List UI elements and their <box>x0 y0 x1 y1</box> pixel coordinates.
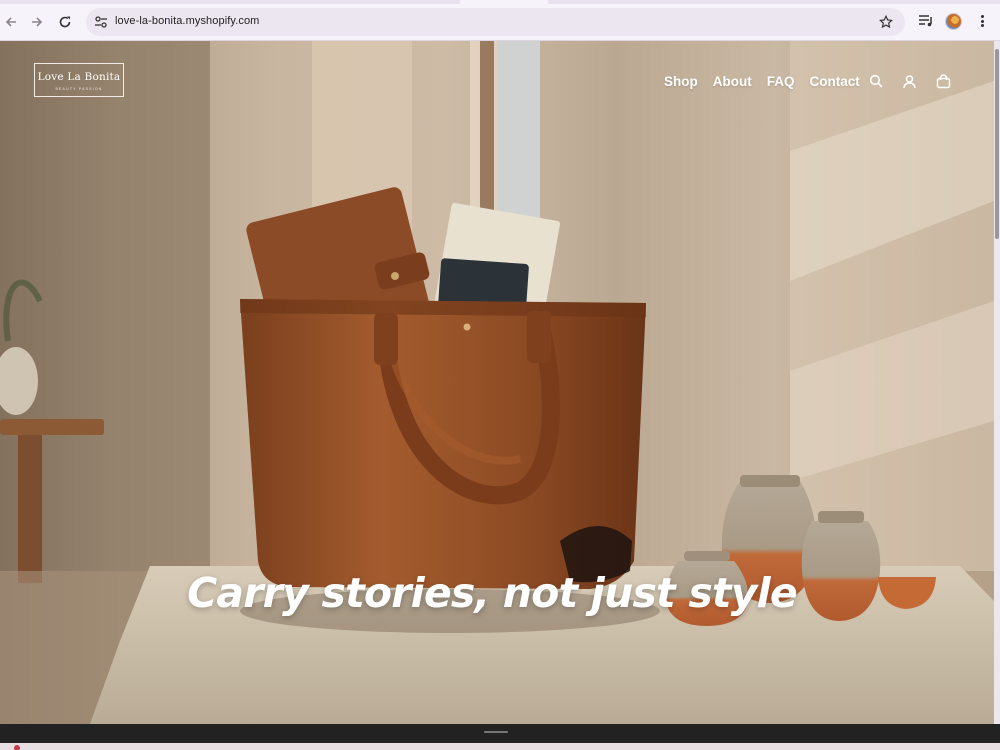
address-bar[interactable]: love-la-bonita.myshopify.com <box>86 8 905 36</box>
nav-link-contact[interactable]: Contact <box>810 74 860 89</box>
resize-grip[interactable] <box>484 731 508 733</box>
browser-toolbar: love-la-bonita.myshopify.com <box>0 0 1000 41</box>
hero-image <box>0 41 994 724</box>
profile-avatar[interactable] <box>945 13 962 30</box>
page-scrollbar[interactable] <box>994 41 1000 724</box>
hero-headline: Carry stories, not just style <box>187 569 798 617</box>
url-text[interactable]: love-la-bonita.myshopify.com <box>115 15 259 27</box>
taskbar-app-icon[interactable] <box>14 745 20 750</box>
back-arrow-icon[interactable] <box>0 11 22 33</box>
forward-arrow-icon[interactable] <box>26 11 48 33</box>
nav-link-shop[interactable]: Shop <box>664 74 698 89</box>
nav-link-about[interactable]: About <box>713 74 752 89</box>
bottom-panel-bar <box>0 724 1000 743</box>
logo-tagline: BEAUTY PASSION <box>55 87 103 91</box>
logo-name: Love La Bonita <box>37 71 121 83</box>
site-logo[interactable]: Love La Bonita BEAUTY PASSION <box>34 63 124 97</box>
tab-strip <box>0 0 1000 4</box>
nav-link-faq[interactable]: FAQ <box>767 74 795 89</box>
kebab-menu-icon[interactable] <box>975 13 989 29</box>
star-icon[interactable] <box>878 14 894 30</box>
media-control-icon[interactable] <box>917 13 935 29</box>
main-navigation: Shop About FAQ Contact <box>664 74 875 89</box>
cart-icon[interactable] <box>936 74 952 90</box>
hero-section: Love La Bonita BEAUTY PASSION Shop About… <box>0 41 994 724</box>
active-tab-edge[interactable] <box>460 0 548 4</box>
reload-icon[interactable] <box>54 11 76 33</box>
search-icon[interactable] <box>869 74 885 90</box>
scrollbar-thumb[interactable] <box>995 49 999 239</box>
site-settings-icon[interactable] <box>93 14 109 30</box>
account-icon[interactable] <box>902 74 918 90</box>
taskbar-strip <box>0 743 1000 750</box>
